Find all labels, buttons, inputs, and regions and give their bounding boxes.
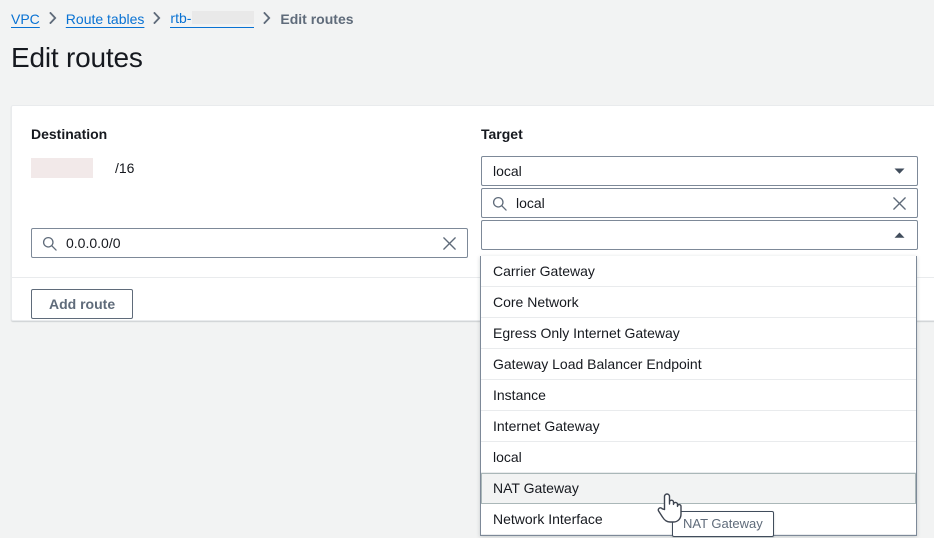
dropdown-option[interactable]: Instance bbox=[481, 380, 916, 411]
search-icon bbox=[492, 196, 507, 211]
breadcrumb-item-current: Edit routes bbox=[280, 11, 353, 27]
close-icon[interactable] bbox=[892, 196, 907, 211]
dropdown-option[interactable]: NAT Gateway bbox=[481, 473, 916, 504]
target-select-existing-value: local bbox=[493, 163, 894, 179]
dropdown-option[interactable]: Gateway Load Balancer Endpoint bbox=[481, 349, 916, 380]
destination-search-value: 0.0.0.0/0 bbox=[66, 235, 442, 251]
target-filter-input[interactable]: local bbox=[481, 188, 918, 218]
breadcrumb-item-route-table-id[interactable]: rtb- bbox=[170, 10, 254, 28]
destination-cidr-suffix: /16 bbox=[115, 160, 134, 176]
breadcrumb-item-vpc[interactable]: VPC bbox=[11, 11, 40, 27]
chevron-down-icon[interactable] bbox=[894, 167, 905, 175]
chevron-right-icon bbox=[153, 12, 161, 24]
column-header-target: Target bbox=[481, 126, 523, 142]
dropdown-option[interactable]: Core Network bbox=[481, 287, 916, 318]
search-icon bbox=[42, 236, 57, 251]
destination-search-input[interactable]: 0.0.0.0/0 bbox=[31, 228, 468, 258]
target-options-dropdown: Carrier GatewayCore NetworkEgress Only I… bbox=[480, 256, 917, 536]
breadcrumb: VPC Route tables rtb- Edit routes bbox=[11, 8, 354, 30]
close-icon[interactable] bbox=[442, 236, 457, 251]
add-route-button[interactable]: Add route bbox=[31, 289, 133, 319]
page-title: Edit routes bbox=[11, 42, 143, 74]
redacted-route-table-id bbox=[192, 11, 254, 24]
chevron-right-icon bbox=[49, 12, 57, 24]
breadcrumb-route-table-id-text: rtb- bbox=[170, 10, 191, 26]
column-header-destination: Destination bbox=[31, 126, 107, 142]
tooltip: NAT Gateway bbox=[672, 511, 774, 537]
target-select-new[interactable] bbox=[481, 220, 918, 250]
edit-routes-page: VPC Route tables rtb- Edit routes Edit r… bbox=[0, 0, 934, 538]
chevron-up-icon[interactable] bbox=[894, 231, 905, 239]
dropdown-option[interactable]: Internet Gateway bbox=[481, 411, 916, 442]
destination-existing-value: /16 bbox=[31, 158, 134, 178]
target-filter-value: local bbox=[516, 195, 892, 211]
dropdown-option[interactable]: Egress Only Internet Gateway bbox=[481, 318, 916, 349]
chevron-right-icon bbox=[263, 12, 271, 24]
dropdown-option[interactable]: Carrier Gateway bbox=[481, 256, 916, 287]
redacted-destination-cidr bbox=[31, 158, 93, 178]
breadcrumb-item-route-tables[interactable]: Route tables bbox=[66, 11, 145, 27]
dropdown-option[interactable]: local bbox=[481, 442, 916, 473]
target-select-existing[interactable]: local bbox=[481, 156, 918, 186]
